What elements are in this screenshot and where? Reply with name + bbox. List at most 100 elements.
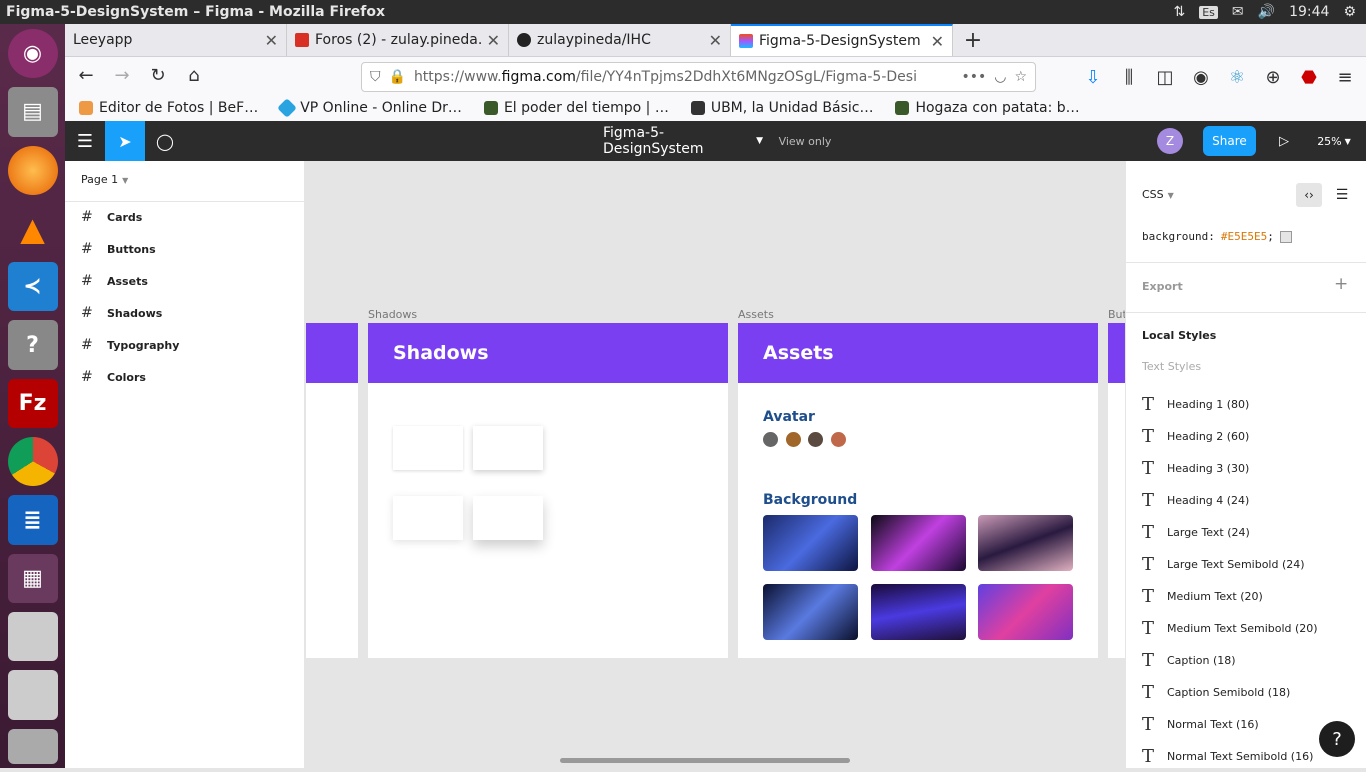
tab-foros[interactable]: Foros (2) - zulay.pineda. ✕ [287,24,509,56]
frame-buttons-partial[interactable] [1108,323,1125,658]
move-tool-icon[interactable]: ➤ [105,121,145,161]
filezilla-icon[interactable]: Fz [7,378,58,429]
help-button[interactable]: ? [1319,721,1355,757]
text-style-item[interactable]: T Large Text Semibold (24) [1142,548,1305,580]
pocket-icon[interactable]: ◡ [994,69,1006,85]
browser-chrome: Leeyapp ✕ Foros (2) - zulay.pineda. ✕ zu… [65,24,1366,121]
chrome-icon[interactable] [7,437,58,487]
layer-buttons[interactable]: # Buttons [81,233,156,265]
close-icon[interactable]: ✕ [487,31,500,50]
bookmark-item[interactable]: Editor de Fotos | BeF… [79,100,258,116]
bookmark-icon [895,100,910,115]
drive-icon-2[interactable] [7,670,58,720]
tab-figma[interactable]: Figma-5-DesignSystem - ✕ [731,24,953,56]
text-style-item[interactable]: T Normal Text (16) [1142,708,1259,740]
tab-github[interactable]: zulaypineda/IHC ✕ [509,24,731,56]
bookmark-item[interactable]: El poder del tiempo | … [483,100,669,116]
settings-icon[interactable]: ⚙ [1343,4,1356,20]
vlc-icon[interactable]: ▲ [8,204,58,253]
reload-button[interactable]: ↻ [143,61,173,91]
avatar[interactable]: Z [1157,128,1183,154]
language-icon[interactable]: ⊕ [1258,62,1288,92]
account-icon[interactable]: ◉ [1186,62,1216,92]
comment-tool-icon[interactable]: ◯ [145,121,185,161]
sidebar-icon[interactable]: ◫ [1150,62,1180,92]
files-icon[interactable]: ▤ [7,87,58,137]
drive-icon[interactable] [7,611,58,662]
frame-icon: # [81,337,93,353]
firefox-icon[interactable] [7,145,58,195]
text-style-item[interactable]: T Caption (18) [1142,644,1236,676]
layer-assets[interactable]: # Assets [81,265,148,297]
text-style-item[interactable]: T Large Text (24) [1142,516,1250,548]
text-style-item[interactable]: T Normal Text Semibold (16) [1142,740,1313,772]
divider [1126,312,1366,313]
layer-shadows[interactable]: # Shadows [81,297,162,329]
back-button[interactable]: ← [71,61,101,91]
forward-button[interactable]: → [107,61,137,91]
shield-icon[interactable]: ⛉ [370,69,381,85]
frame-assets[interactable]: Assets Avatar Background [738,323,1098,658]
vscode-icon[interactable]: ≺ [7,262,58,312]
more-icon[interactable]: ••• [961,69,986,85]
ubuntu-icon[interactable]: ◉ [7,29,58,79]
network-icon[interactable]: ⇅ [1173,4,1185,20]
present-icon[interactable]: ▷ [1269,121,1299,161]
layer-typography[interactable]: # Typography [81,329,179,361]
chevron-down-icon: ▼ [1167,191,1174,200]
text-style-item[interactable]: T Caption Semibold (18) [1142,676,1290,708]
canvas[interactable]: Shadows Shadows Assets Assets Avatar Bac… [306,161,1125,768]
page-selector[interactable]: Page 1 ▼ [81,173,128,186]
bookmark-item[interactable]: UBM, la Unidad Básic… [690,100,873,116]
download-icon[interactable]: ⇩ [1078,62,1108,92]
css-code[interactable]: background: #E5E5E5; [1142,230,1292,243]
frame-label-shadows[interactable]: Shadows [368,308,417,321]
react-icon[interactable]: ⚛ [1222,62,1252,92]
clock[interactable]: 19:44 [1289,4,1329,20]
url-text[interactable]: https://www.figma.com/file/YY4nTpjms2Ddh… [414,69,954,85]
new-tab-button[interactable]: + [953,24,993,56]
menu-icon[interactable]: ≡ [1330,62,1360,92]
file-name[interactable]: Figma-5-DesignSystem ▼ [603,121,763,161]
close-icon[interactable]: ✕ [709,31,722,50]
zoom-menu[interactable]: 25% ▼ [1309,121,1359,161]
share-button[interactable]: Share [1203,126,1256,156]
frame-label-buttons[interactable]: Butt [1108,308,1125,321]
add-export-icon[interactable]: + [1334,274,1348,294]
url-bar[interactable]: ⛉ 🔒 https://www.figma.com/file/YY4nTpjms… [361,62,1036,92]
frame-partial-left[interactable] [306,323,358,658]
frame-shadows[interactable]: Shadows [368,323,728,658]
close-icon[interactable]: ✕ [931,32,944,51]
writer-icon[interactable]: ≣ [7,495,58,545]
close-icon[interactable]: ✕ [265,31,278,50]
text-style-item[interactable]: T Heading 1 (80) [1142,388,1249,420]
bookmark-item[interactable]: VP Online - Online Dr… [277,97,462,118]
adblock-icon[interactable]: ⬣ [1294,62,1324,92]
layers-panel: Page 1 ▼ # Cards # Buttons # Assets # Shadows… [65,161,305,768]
text-style-item[interactable]: T Heading 3 (30) [1142,452,1249,484]
text-style-item[interactable]: T Heading 2 (60) [1142,420,1249,452]
help-icon[interactable]: ? [7,320,58,370]
text-style-item[interactable]: T Medium Text Semibold (20) [1142,612,1318,644]
bookmark-item[interactable]: Hogaza con patata: b… [895,100,1080,116]
lock-icon[interactable]: 🔒 [389,69,406,85]
frame-label-assets[interactable]: Assets [738,308,774,321]
star-icon[interactable]: ☆ [1014,69,1027,85]
volume-icon[interactable]: 🔊 [1258,4,1275,20]
home-button[interactable]: ⌂ [179,61,209,91]
trash-icon[interactable] [7,728,58,765]
code-language-selector[interactable]: CSS ▼ [1142,188,1174,201]
text-style-item[interactable]: T Medium Text (20) [1142,580,1263,612]
tab-leeyapp[interactable]: Leeyapp ✕ [65,24,287,56]
library-icon[interactable]: ⫼ [1114,62,1144,92]
code-view-icon[interactable]: ‹› [1296,183,1322,207]
layer-colors[interactable]: # Colors [81,361,146,393]
workspaces-icon[interactable]: ▦ [7,553,58,603]
layer-cards[interactable]: # Cards [81,201,142,233]
horizontal-scrollbar[interactable] [560,758,850,763]
keyboard-layout[interactable]: Es [1199,5,1218,19]
main-menu-icon[interactable]: ☰ [65,121,105,161]
list-view-icon[interactable]: ☰ [1330,183,1354,207]
mail-icon[interactable]: ✉ [1232,4,1244,20]
text-style-item[interactable]: T Heading 4 (24) [1142,484,1249,516]
